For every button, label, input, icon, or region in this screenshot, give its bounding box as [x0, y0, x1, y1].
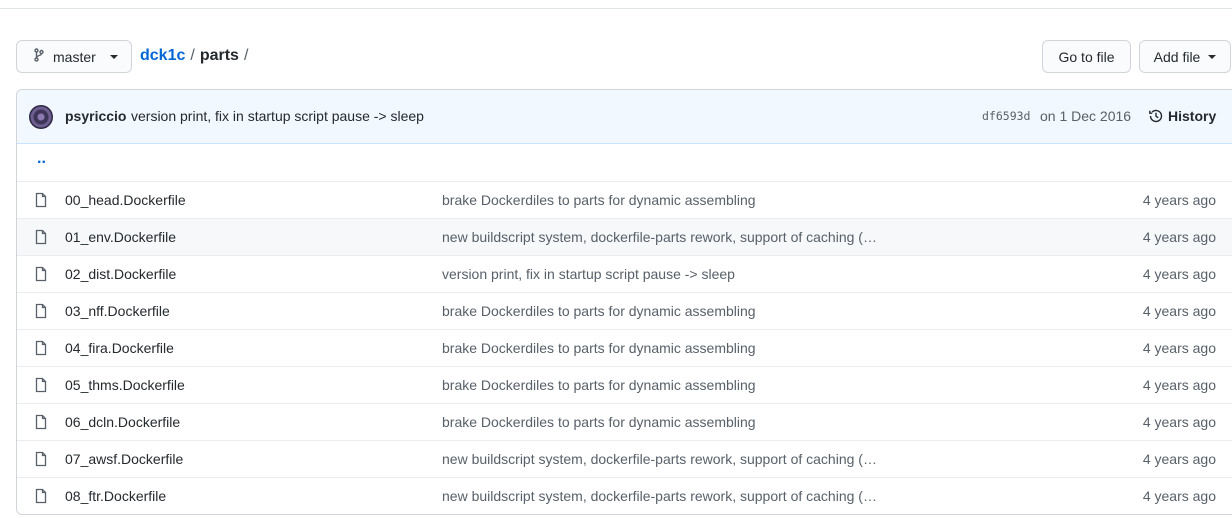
file-icon	[34, 488, 48, 507]
file-commit-age: 4 years ago	[1142, 192, 1216, 208]
file-commit-age: 4 years ago	[1142, 451, 1216, 467]
avatar[interactable]	[29, 105, 53, 129]
add-file-button[interactable]: Add file	[1139, 40, 1231, 73]
file-row[interactable]: 04_fira.Dockerfile brake Dockerdiles to p…	[17, 329, 1232, 366]
file-icon	[34, 340, 48, 359]
file-row[interactable]: 07_awsf.Dockerfile new buildscript system…	[17, 440, 1232, 477]
file-commit-message-link[interactable]: new buildscript system, dockerfile-parts…	[442, 488, 877, 504]
file-commit-message-link[interactable]: brake Dockerdiles to parts for dynamic a…	[442, 340, 756, 356]
git-branch-icon	[33, 48, 45, 65]
file-icon	[34, 266, 48, 285]
breadcrumb-current: parts	[199, 47, 239, 64]
file-icon	[34, 192, 48, 211]
history-link[interactable]: History	[1148, 108, 1216, 124]
breadcrumb-trailing-separator: /	[243, 47, 249, 64]
file-commit-message-link[interactable]: brake Dockerdiles to parts for dynamic a…	[442, 192, 756, 208]
file-commit-age: 4 years ago	[1142, 488, 1216, 504]
file-name-link[interactable]: 00_head.Dockerfile	[65, 192, 186, 208]
file-icon	[34, 303, 48, 322]
history-icon	[1148, 108, 1164, 124]
history-label: History	[1168, 108, 1217, 124]
chevron-down-icon	[109, 54, 118, 59]
file-name-link[interactable]: 02_dist.Dockerfile	[65, 266, 176, 282]
file-name-link[interactable]: 04_fira.Dockerfile	[65, 340, 174, 356]
file-name-link[interactable]: 06_dcln.Dockerfile	[65, 414, 180, 430]
file-icon	[34, 377, 48, 396]
go-to-file-button[interactable]: Go to file	[1042, 40, 1131, 73]
file-row[interactable]: 03_nff.Dockerfile brake Dockerdiles to pa…	[17, 292, 1232, 329]
file-row[interactable]: 06_dcln.Dockerfile brake Dockerdiles to p…	[17, 403, 1232, 440]
file-icon	[34, 414, 48, 433]
file-commit-message-link[interactable]: new buildscript system, dockerfile-parts…	[442, 451, 877, 467]
file-browser: psyriccio version print, fix in startup …	[16, 89, 1232, 515]
branch-select-button[interactable]: master	[16, 40, 132, 73]
breadcrumb-repo-link[interactable]: dck1c	[140, 47, 185, 65]
file-row[interactable]: 08_ftr.Dockerfile new buildscript system,…	[17, 477, 1232, 514]
commit-author[interactable]: psyriccio	[65, 108, 126, 124]
file-row[interactable]: 00_head.Dockerfile brake Dockerdiles to p…	[17, 181, 1232, 218]
file-row[interactable]: 01_env.Dockerfile new buildscript system,…	[17, 218, 1232, 255]
breadcrumb-separator: /	[190, 47, 195, 64]
file-icon	[34, 451, 48, 470]
file-commit-age: 4 years ago	[1142, 266, 1216, 282]
file-commit-age: 4 years ago	[1142, 340, 1216, 356]
file-name-link[interactable]: 07_awsf.Dockerfile	[65, 451, 183, 467]
parent-directory-row: ..	[17, 144, 1232, 181]
parent-directory-link[interactable]: ..	[37, 150, 46, 168]
breadcrumb: dck1c / parts /	[140, 45, 253, 67]
file-name-link[interactable]: 01_env.Dockerfile	[65, 229, 176, 245]
commit-sha[interactable]: df6593d	[982, 109, 1030, 123]
file-commit-message-link[interactable]: brake Dockerdiles to parts for dynamic a…	[442, 377, 756, 393]
file-commit-message-link[interactable]: version print, fix in startup script pau…	[442, 266, 735, 282]
file-name-link[interactable]: 03_nff.Dockerfile	[65, 303, 170, 319]
file-name-link[interactable]: 05_thms.Dockerfile	[65, 377, 185, 393]
file-row[interactable]: 05_thms.Dockerfile brake Dockerdiles to p…	[17, 366, 1232, 403]
file-name-link[interactable]: 08_ftr.Dockerfile	[65, 488, 166, 504]
latest-commit-bar: psyriccio version print, fix in startup …	[17, 90, 1232, 144]
file-icon	[34, 229, 48, 248]
chevron-down-icon	[1208, 54, 1217, 59]
file-commit-message-link[interactable]: new buildscript system, dockerfile-parts…	[442, 229, 877, 245]
file-commit-age: 4 years ago	[1142, 414, 1216, 430]
commit-date: on 1 Dec 2016	[1040, 108, 1132, 124]
commit-message[interactable]: version print, fix in startup script pau…	[131, 108, 424, 124]
add-file-label: Add file	[1153, 48, 1201, 65]
file-commit-age: 4 years ago	[1142, 377, 1216, 393]
file-commit-message-link[interactable]: brake Dockerdiles to parts for dynamic a…	[442, 414, 756, 430]
file-commit-message-link[interactable]: brake Dockerdiles to parts for dynamic a…	[442, 303, 756, 319]
file-row[interactable]: 02_dist.Dockerfile version print, fix in …	[17, 255, 1232, 292]
file-commit-age: 4 years ago	[1142, 229, 1216, 245]
file-commit-age: 4 years ago	[1142, 303, 1216, 319]
branch-name: master	[53, 48, 96, 65]
header-divider	[0, 8, 1232, 9]
